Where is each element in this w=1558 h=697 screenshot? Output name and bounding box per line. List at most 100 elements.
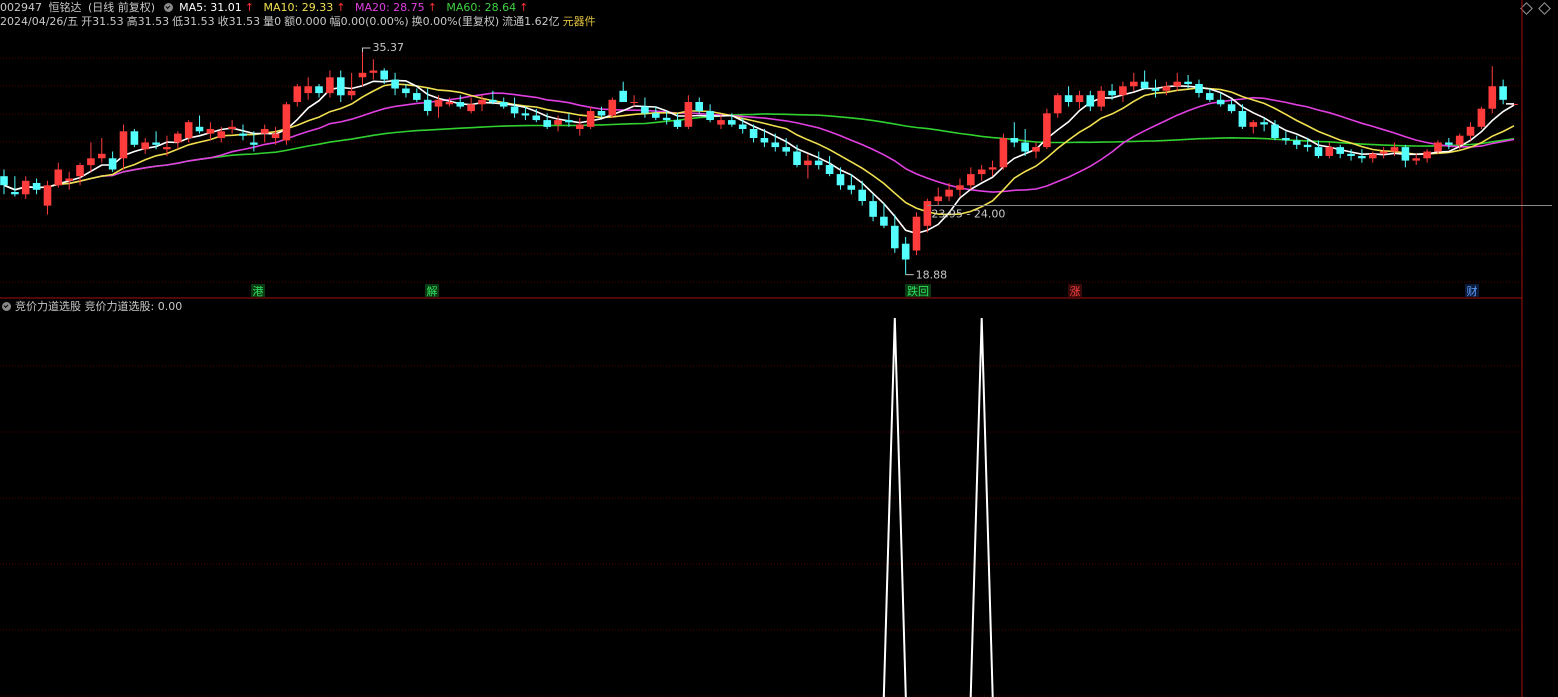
candle-body [1455, 135, 1464, 145]
candle-body [1184, 81, 1192, 84]
candle-body [434, 99, 443, 107]
candle-body [1086, 95, 1095, 107]
candle-body [1238, 111, 1247, 127]
candle-body [956, 185, 964, 190]
candle-body [510, 106, 519, 114]
candle-body [65, 178, 73, 181]
candle-body [695, 102, 703, 111]
candle-body [1499, 86, 1507, 100]
ma20-line [3, 92, 1515, 193]
indicator-spike [882, 317, 907, 697]
candle-body [1260, 122, 1268, 125]
candle-body [108, 158, 117, 170]
candle-body [0, 176, 8, 186]
candle-body [87, 158, 95, 166]
candle-body [337, 77, 345, 96]
event-marker-label: 涨 [1070, 285, 1081, 298]
candle-body [858, 189, 866, 201]
candle-body [1075, 95, 1084, 102]
candle-body [1271, 124, 1279, 138]
candle-body [836, 174, 845, 186]
candle-body [1325, 147, 1334, 156]
candle-body [1173, 81, 1181, 87]
candle-body [1434, 142, 1442, 152]
candle-body [662, 117, 671, 121]
candle-body [413, 93, 421, 100]
candle-body [608, 99, 617, 116]
indicator-spike [969, 317, 994, 697]
candle-body [1347, 153, 1355, 156]
candle-body [1466, 126, 1475, 136]
candle-body [130, 131, 139, 145]
candle-body [619, 90, 627, 102]
candle-body [738, 124, 747, 129]
candle-body [652, 113, 660, 118]
candle-body [673, 120, 682, 127]
candle-body [1021, 142, 1029, 152]
candle-body [532, 115, 541, 121]
candle-body [880, 216, 888, 226]
candle-body [195, 126, 204, 132]
candle-body [814, 160, 823, 166]
candle-body [380, 70, 388, 80]
candle-body [217, 131, 226, 139]
candle-body [901, 243, 910, 260]
candle-body [999, 138, 1008, 168]
candle-body [1162, 86, 1171, 91]
candle-body [489, 99, 497, 102]
candle-body [771, 142, 780, 148]
event-marker-label: 港 [253, 285, 264, 298]
candle-body [1282, 138, 1290, 141]
candle-body [98, 153, 106, 159]
candle-body [445, 102, 454, 105]
candle-body [1336, 147, 1344, 154]
candle-body [630, 102, 638, 103]
candle-body [206, 129, 215, 134]
candle-body [988, 167, 997, 170]
candle-body [1195, 84, 1203, 93]
kline-chart[interactable]: 35.37 18.88 23.95 - 24.00 港 解 跌回 涨 财 [0, 0, 1558, 697]
candle-body [565, 120, 573, 123]
candle-body [804, 160, 812, 166]
candle-body [54, 169, 63, 186]
candle-body [11, 192, 19, 195]
candle-body [1488, 86, 1497, 109]
candle-body [271, 133, 280, 139]
candle-body [174, 133, 182, 143]
candle-body [32, 183, 41, 190]
candle-body [1227, 104, 1236, 112]
candle-body [793, 151, 801, 165]
candle-body [912, 216, 921, 251]
candle-body [1053, 95, 1062, 114]
candle-body [923, 201, 932, 226]
candle-body [825, 165, 834, 174]
candle-body [728, 120, 736, 125]
candle-body [43, 185, 52, 206]
candle-body [576, 124, 584, 129]
candle-body [684, 102, 693, 127]
candle-body [21, 180, 30, 195]
candle-body [706, 111, 714, 120]
candle-body [1010, 138, 1019, 143]
candle-body [304, 86, 312, 94]
candle-body [586, 111, 595, 127]
event-marker-label: 财 [1467, 284, 1478, 298]
candle-body [1130, 81, 1138, 87]
event-marker-label: 跌回 [907, 284, 929, 298]
candle-body [1401, 147, 1410, 161]
candle-body [1292, 140, 1301, 145]
candle-body [1477, 108, 1486, 127]
candle-body [456, 102, 465, 107]
candle-body [967, 174, 975, 186]
candle-body [1119, 86, 1127, 96]
candle-body [1412, 158, 1420, 161]
candle-body [847, 185, 856, 190]
candle-body [315, 86, 323, 94]
range-price-label: 23.95 - 24.00 [931, 208, 1005, 221]
candle-body [260, 129, 269, 134]
candle-body [1043, 113, 1051, 148]
candle-body [554, 120, 562, 125]
peak-marker [361, 47, 371, 53]
candle-body [1206, 93, 1214, 100]
candle-body [391, 79, 399, 89]
